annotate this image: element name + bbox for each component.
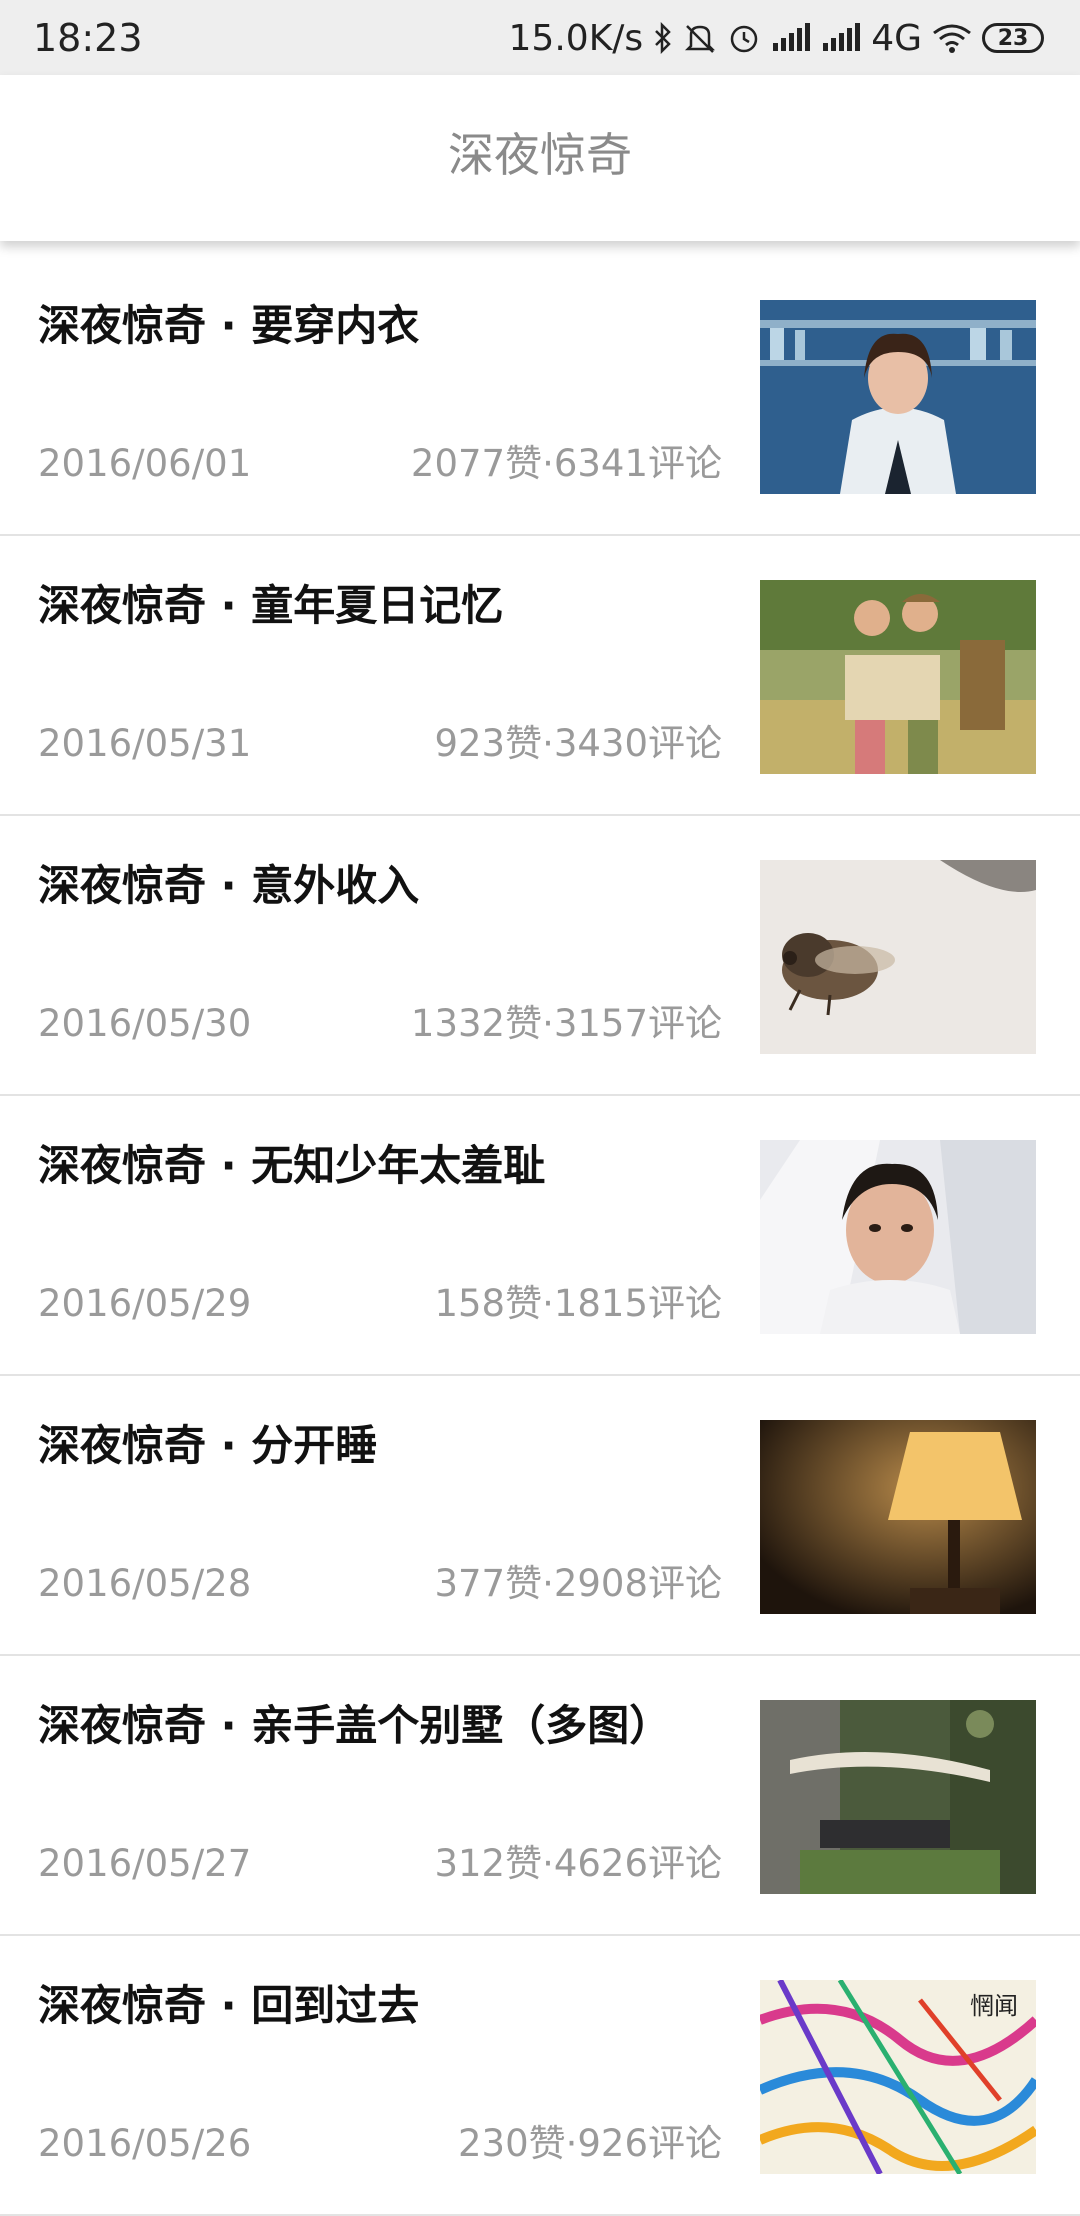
article-title: 深夜惊奇 · 无知少年太羞耻 <box>38 1141 546 1190</box>
article-date: 2016/05/26 <box>38 2122 252 2165</box>
list-item[interactable]: 深夜惊奇 · 要穿内衣 2016/06/01 2077赞·6341评论 <box>0 256 1080 536</box>
list-item[interactable]: 深夜惊奇 · 亲手盖个别墅（多图） 2016/05/27 312赞·4626评论 <box>0 1656 1080 1936</box>
article-title: 深夜惊奇 · 分开睡 <box>38 1421 378 1470</box>
title-bar: 深夜惊奇 <box>0 75 1080 241</box>
article-stats: 158赞·1815评论 <box>434 1282 722 1325</box>
article-title: 深夜惊奇 · 童年夏日记忆 <box>38 581 504 630</box>
mute-icon <box>683 22 717 54</box>
article-stats: 1332赞·3157评论 <box>410 1002 722 1045</box>
list-item[interactable]: 深夜惊奇 · 童年夏日记忆 2016/05/31 923赞·3430评论 <box>0 536 1080 816</box>
article-thumbnail[interactable]: 惘闻 <box>760 1980 1036 2174</box>
article-thumbnail[interactable] <box>760 300 1036 494</box>
list-item[interactable]: 深夜惊奇 · 意外收入 2016/05/30 1332赞·3157评论 <box>0 816 1080 1096</box>
article-date: 2016/05/30 <box>38 1002 252 1045</box>
article-title: 深夜惊奇 · 回到过去 <box>38 1981 420 2030</box>
signal-icon <box>771 23 811 53</box>
network-type: 4G <box>871 17 922 59</box>
article-date: 2016/05/27 <box>38 1842 252 1885</box>
battery-icon: 23 <box>982 23 1044 53</box>
article-stats: 230赞·926评论 <box>457 2122 722 2165</box>
alarm-icon <box>727 21 761 55</box>
article-title: 深夜惊奇 · 要穿内衣 <box>38 301 420 350</box>
status-time: 18:23 <box>33 16 143 60</box>
list-item[interactable]: 深夜惊奇 · 分开睡 2016/05/28 377赞·2908评论 <box>0 1376 1080 1656</box>
article-stats: 377赞·2908评论 <box>434 1562 722 1605</box>
article-date: 2016/05/31 <box>38 722 252 765</box>
article-thumbnail[interactable] <box>760 580 1036 774</box>
article-title: 深夜惊奇 · 亲手盖个别墅（多图） <box>38 1701 672 1750</box>
wifi-icon <box>932 23 972 53</box>
thumbnail-caption: 惘闻 <box>970 1992 1018 2020</box>
status-bar: 18:23 15.0K/s 4G 23 <box>0 0 1080 75</box>
article-stats: 2077赞·6341评论 <box>410 442 722 485</box>
list-item[interactable]: 深夜惊奇 · 回到过去 2016/05/26 230赞·926评论 惘闻 <box>0 1936 1080 2216</box>
net-speed: 15.0K/s <box>508 17 644 59</box>
article-stats: 312赞·4626评论 <box>434 1842 722 1885</box>
article-thumbnail[interactable] <box>760 1700 1036 1894</box>
article-title: 深夜惊奇 · 意外收入 <box>38 861 420 910</box>
signal-icon <box>821 23 861 53</box>
article-list: 深夜惊奇 · 要穿内衣 2016/06/01 2077赞·6341评论 深夜惊奇… <box>0 256 1080 2216</box>
article-thumbnail[interactable] <box>760 860 1036 1054</box>
article-thumbnail[interactable] <box>760 1140 1036 1334</box>
article-date: 2016/06/01 <box>38 442 252 485</box>
article-date: 2016/05/28 <box>38 1562 252 1605</box>
article-thumbnail[interactable] <box>760 1420 1036 1614</box>
list-item[interactable]: 深夜惊奇 · 无知少年太羞耻 2016/05/29 158赞·1815评论 <box>0 1096 1080 1376</box>
article-date: 2016/05/29 <box>38 1282 252 1325</box>
status-icons: 15.0K/s 4G 23 <box>509 16 1044 60</box>
page-title: 深夜惊奇 <box>448 128 632 182</box>
article-stats: 923赞·3430评论 <box>434 722 722 765</box>
bluetooth-icon <box>653 22 673 54</box>
